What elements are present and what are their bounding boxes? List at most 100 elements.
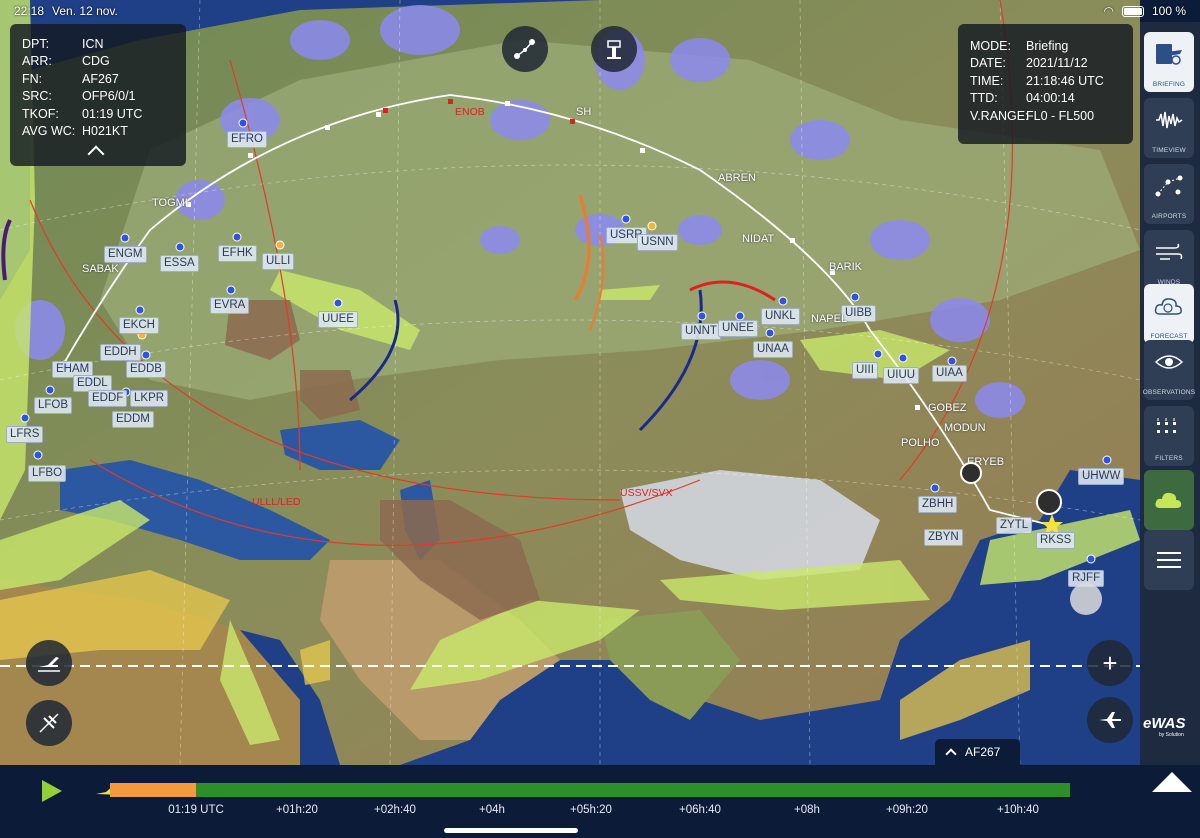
cloud-sync-button[interactable] xyxy=(1144,470,1194,530)
control-tower-icon xyxy=(607,40,621,59)
airplane-icon xyxy=(1099,712,1121,728)
menu-button[interactable] xyxy=(1144,530,1194,590)
airport-label[interactable]: ENGM xyxy=(104,246,147,263)
info-row: TTD: 04:00:14 xyxy=(970,90,1133,108)
info-value: CDG xyxy=(82,54,110,69)
airport-label[interactable]: UNNT xyxy=(681,323,721,340)
airport-label[interactable]: EFHK xyxy=(218,245,257,262)
airport-label[interactable]: LFOB xyxy=(34,397,73,414)
info-row: MODE: Briefing xyxy=(970,37,1133,55)
airport-label[interactable]: UNKL xyxy=(761,308,800,325)
timeline-tick: +08h xyxy=(794,804,820,816)
waypoint-label: ABREN xyxy=(718,172,756,184)
info-value: 04:00:14 xyxy=(1026,91,1075,106)
info-row: V.RANGE: FL0 - FL500 xyxy=(970,107,1133,125)
info-value: 2021/11/12 xyxy=(1026,56,1088,71)
timeline-tick: +10h:40 xyxy=(997,804,1039,816)
info-value: 01:19 UTC xyxy=(82,106,143,121)
airport-label[interactable]: EVRA xyxy=(210,297,250,314)
info-value: Briefing xyxy=(1026,38,1069,53)
route-edit-button[interactable] xyxy=(502,26,548,72)
airport-label[interactable]: UIAA xyxy=(932,365,967,382)
plus-icon: + xyxy=(1102,648,1118,678)
flight-tab[interactable]: AF267 xyxy=(935,739,1020,765)
airport-label[interactable]: EDDH xyxy=(100,344,141,361)
recenter-aircraft-button[interactable] xyxy=(1087,697,1133,743)
airport-label[interactable]: ULLI xyxy=(262,253,295,270)
route-icon xyxy=(514,39,535,59)
airport-label[interactable]: UHWW xyxy=(1078,468,1125,485)
airport-label[interactable]: UIUU xyxy=(883,367,920,384)
waypoint-label: SABAK xyxy=(82,263,119,275)
timeline-tick: +05h:20 xyxy=(570,804,612,816)
airport-label[interactable]: RKSS xyxy=(1036,532,1076,549)
volcano-icon[interactable] xyxy=(1070,583,1102,615)
sidebar-item-briefing[interactable]: BRIEFING xyxy=(1144,32,1194,92)
airport-label[interactable]: ESSA xyxy=(160,255,199,272)
sidebar: BRIEFING TIMEVIEW AIRPORTS WINDS FORECAS… xyxy=(1140,22,1200,765)
flight-info-panel[interactable]: DPT: ICN ARR: CDG FN: AF267 SRC: OFP6/0/1 TK… xyxy=(10,24,186,166)
airport-label[interactable]: ZBHH xyxy=(918,496,958,513)
airport-label[interactable]: ZBYN xyxy=(924,529,963,546)
airport-label[interactable]: EDDF xyxy=(88,390,128,407)
sidebar-item-filters[interactable]: FILTERS xyxy=(1144,406,1194,466)
airport-tower-button[interactable] xyxy=(591,26,637,72)
info-value: 21:18:46 UTC xyxy=(1026,73,1104,88)
sidebar-item-timeview[interactable]: TIMEVIEW xyxy=(1144,98,1194,158)
airport-label[interactable]: UUEE xyxy=(318,311,358,328)
waypoint-label: SH xyxy=(576,106,592,118)
timeline-tick: +01h:20 xyxy=(276,804,318,816)
airport-label[interactable]: LFRS xyxy=(6,426,44,443)
flight-tab-label: AF267 xyxy=(965,745,1001,759)
airport-label[interactable]: UNAA xyxy=(753,341,793,358)
zoom-in-button[interactable]: + xyxy=(1087,640,1133,686)
cloud-icon xyxy=(1155,492,1182,508)
timeline-progress xyxy=(110,783,197,797)
waypoint-label: MODUN xyxy=(944,422,986,434)
mode-info-panel: MODE: Briefing DATE: 2021/11/12 TIME: 21:18… xyxy=(958,24,1133,144)
info-key: MODE: xyxy=(970,38,1011,53)
info-row: DPT: ICN xyxy=(22,35,186,53)
sidebar-item-observations[interactable]: OBSERVATIONS xyxy=(1143,340,1195,400)
plane-route-icon xyxy=(39,713,59,733)
waypoint-label: GOBEZ xyxy=(928,402,967,414)
info-value: FL0 - FL500 xyxy=(1026,108,1095,123)
info-key: SRC: xyxy=(22,89,52,104)
expand-up-icon[interactable] xyxy=(1150,770,1194,794)
airport-label[interactable]: UNEE xyxy=(718,320,758,337)
collapse-chevron-icon[interactable] xyxy=(87,145,105,163)
timeline-tick: +09h:20 xyxy=(886,804,928,816)
chevron-up-icon xyxy=(945,748,957,760)
fir-label: ULLL/LED xyxy=(252,496,301,508)
info-row: FN: AF267 xyxy=(22,70,186,88)
airport-label[interactable]: ZYTL xyxy=(996,517,1033,534)
info-key: AVG WC: xyxy=(22,124,76,139)
leaf-icon[interactable] xyxy=(1036,489,1062,515)
route-plane-button[interactable] xyxy=(26,700,72,746)
play-icon[interactable] xyxy=(38,778,64,804)
takeoff-button[interactable] xyxy=(26,640,72,686)
info-row: DATE: 2021/11/12 xyxy=(970,55,1133,73)
waveform-icon xyxy=(1156,111,1183,129)
hamburger-icon xyxy=(1157,552,1181,568)
leaf-icon[interactable] xyxy=(960,462,982,484)
sidebar-item-winds[interactable]: WINDS xyxy=(1144,230,1194,290)
sidebar-item-forecast[interactable]: FORECAST xyxy=(1144,284,1194,344)
home-indicator[interactable] xyxy=(444,828,578,833)
sidebar-item-airports[interactable]: AIRPORTS xyxy=(1144,164,1194,224)
sidebar-item-label: FILTERS xyxy=(1155,455,1183,462)
brand-sub: by Solution xyxy=(1159,732,1184,738)
wind-icon xyxy=(1156,243,1183,260)
waypoint-label: POLHO xyxy=(901,437,940,449)
airport-label[interactable]: EFRO xyxy=(227,131,267,148)
airport-label[interactable]: UIII xyxy=(852,362,878,379)
airport-label[interactable]: USNN xyxy=(637,234,678,251)
airport-label[interactable]: EDDB xyxy=(126,361,166,378)
airport-label[interactable]: EDDM xyxy=(112,411,154,428)
airport-label[interactable]: EKCH xyxy=(119,317,159,334)
airport-label[interactable]: LKPR xyxy=(130,390,169,407)
sidebar-item-label: BRIEFING xyxy=(1152,81,1186,88)
battery-percent: 100 % xyxy=(1151,4,1186,18)
airport-label[interactable]: LFBO xyxy=(28,465,67,482)
timeline-track[interactable] xyxy=(110,783,1070,797)
